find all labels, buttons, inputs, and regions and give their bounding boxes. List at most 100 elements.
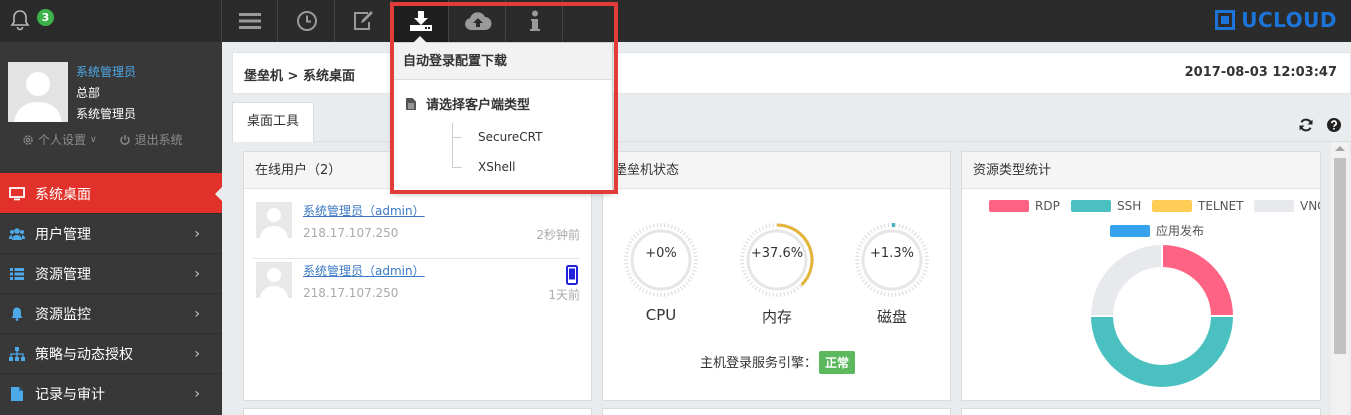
gauge-tick bbox=[789, 289, 793, 295]
edit-icon bbox=[353, 11, 373, 30]
gauge-tick bbox=[918, 278, 923, 283]
gauge-tick bbox=[751, 284, 756, 288]
gauge-tick bbox=[689, 276, 694, 279]
scrollbar-thumb[interactable] bbox=[1334, 158, 1346, 354]
help-icon[interactable] bbox=[1327, 118, 1341, 132]
brand-name: UCLOUD bbox=[1241, 8, 1337, 32]
gauge-tick bbox=[638, 286, 643, 291]
service-label: 主机登录服务引擎： bbox=[699, 356, 817, 371]
gauge-tick bbox=[742, 272, 748, 276]
sidebar-item-policy[interactable]: 策略与动态授权 › bbox=[0, 333, 222, 373]
gauge-tick bbox=[873, 288, 876, 293]
gauge-tick bbox=[883, 223, 886, 228]
notification-badge: 3 bbox=[37, 9, 54, 26]
donut-slice-rdp[interactable] bbox=[1161, 244, 1234, 317]
gauge-value: +0% bbox=[645, 246, 677, 261]
sidebar-item-desktop[interactable]: 系统桌面 bbox=[0, 173, 223, 213]
donut-slice-ssh[interactable] bbox=[1090, 315, 1234, 388]
gauge-tick bbox=[677, 288, 680, 293]
history-button[interactable] bbox=[279, 0, 335, 42]
clock-icon bbox=[296, 11, 317, 31]
user-panel: 系统管理员 总部 系统管理员 个人设置 ∨ 退出系统 bbox=[0, 42, 222, 162]
datetime-display: 2017-08-03 12:03:47 bbox=[1184, 65, 1337, 80]
info-button[interactable] bbox=[507, 0, 563, 42]
avatar bbox=[256, 202, 292, 238]
gauge-tick bbox=[645, 225, 649, 231]
legend-item-telnet[interactable]: TELNET bbox=[1152, 199, 1244, 213]
legend-label: TELNET bbox=[1198, 199, 1244, 213]
sidebar-item-label: 资源管理 bbox=[35, 266, 91, 283]
dropdown-caret bbox=[413, 36, 427, 43]
client-option-xshell[interactable]: XShell bbox=[452, 160, 516, 174]
chevron-down-icon: ∨ bbox=[90, 134, 97, 145]
gauge-tick bbox=[869, 286, 874, 291]
gauge-tick bbox=[918, 237, 923, 242]
legend-item-vnc[interactable]: VNC bbox=[1254, 199, 1320, 213]
panel-bottom bbox=[602, 408, 951, 415]
refresh-icon[interactable] bbox=[1299, 118, 1313, 132]
gauge-tick bbox=[642, 227, 645, 232]
bell-icon[interactable] bbox=[8, 8, 32, 32]
gauge-value: +1.3% bbox=[870, 246, 914, 261]
personal-settings-link[interactable]: 个人设置 ∨ bbox=[22, 131, 97, 148]
legend-item-ssh[interactable]: SSH bbox=[1071, 199, 1141, 213]
gauge-tick bbox=[628, 276, 633, 279]
online-user-name-link[interactable]: 系统管理员（admin） bbox=[303, 202, 425, 219]
gauge-tick bbox=[673, 289, 677, 295]
edit-button[interactable] bbox=[336, 0, 392, 42]
scrollbar[interactable] bbox=[1331, 142, 1349, 415]
gauge-tick bbox=[692, 269, 697, 272]
gauge-tick bbox=[876, 225, 880, 231]
donut-chart bbox=[1090, 244, 1234, 388]
gauge-tick bbox=[920, 241, 925, 244]
gauge-tick bbox=[861, 237, 866, 242]
gauge-tick bbox=[921, 272, 927, 276]
gauge-tick bbox=[624, 266, 629, 269]
gauge-tick bbox=[652, 223, 655, 228]
sidebar-item-label: 用户管理 bbox=[35, 226, 91, 243]
legend-item-rdp[interactable]: RDP bbox=[989, 199, 1060, 213]
avatar bbox=[8, 62, 68, 122]
scroll-up-icon[interactable] bbox=[1335, 146, 1345, 151]
online-user-ip: 218.17.107.250 bbox=[303, 226, 399, 240]
online-user-time: 2秒钟前 bbox=[536, 228, 580, 242]
sidebar-item-resources[interactable]: 资源管理 › bbox=[0, 253, 222, 293]
gauge-tick bbox=[923, 269, 928, 272]
legend-item-app[interactable]: 应用发布 bbox=[1110, 222, 1204, 239]
menu-toggle-button[interactable] bbox=[222, 0, 278, 42]
bastion-status-panel: 堡垒机状态 +0% CPU +37.6% 内存 +1.3% 磁盘 主机登录服务引… bbox=[602, 151, 951, 401]
file-icon bbox=[406, 97, 416, 110]
users-icon bbox=[9, 226, 25, 242]
user-name-link[interactable]: 系统管理员 bbox=[76, 63, 136, 80]
sidebar-item-users[interactable]: 用户管理 › bbox=[0, 213, 222, 253]
tab-desktop-tools[interactable]: 桌面工具 bbox=[232, 102, 314, 142]
gauge-tick bbox=[869, 229, 874, 234]
gauge-tick bbox=[761, 225, 765, 231]
gauge-tick bbox=[880, 224, 883, 229]
online-user-name-link[interactable]: 系统管理员（admin） bbox=[303, 262, 425, 279]
client-option-securecrt[interactable]: SecureCRT bbox=[452, 130, 542, 144]
sidebar-item-audit[interactable]: 记录与审计 › bbox=[0, 373, 222, 413]
legend-label: SSH bbox=[1117, 199, 1142, 213]
upload-button[interactable] bbox=[450, 0, 506, 42]
sidebar: 系统管理员 总部 系统管理员 个人设置 ∨ 退出系统 系统桌面 用户管理 › 资… bbox=[0, 42, 223, 415]
brand-logo: UCLOUD bbox=[1215, 8, 1337, 32]
status-badge: 正常 bbox=[819, 351, 856, 374]
online-user-row: 系统管理员（admin） 218.17.107.250 1天前 bbox=[253, 259, 580, 319]
gauge-tick bbox=[761, 289, 765, 295]
caption-text: 请选择客户端类型 bbox=[426, 98, 531, 113]
gauge-tick bbox=[873, 227, 876, 232]
gauge-tick bbox=[910, 286, 915, 291]
gauge-tick bbox=[693, 266, 698, 269]
sidebar-item-monitor[interactable]: 资源监控 › bbox=[0, 293, 222, 333]
gauge-tick bbox=[687, 278, 692, 283]
gauge-tick bbox=[861, 278, 866, 283]
gauge-tick bbox=[904, 225, 908, 231]
logout-link[interactable]: 退出系统 bbox=[119, 131, 183, 148]
gauge-tick bbox=[910, 229, 915, 234]
gauge-tick bbox=[633, 234, 637, 239]
logout-label: 退出系统 bbox=[134, 133, 183, 147]
gauge-tick bbox=[859, 276, 864, 279]
donut-slice-vnc[interactable] bbox=[1090, 244, 1163, 317]
chevron-right-icon: › bbox=[194, 226, 200, 242]
